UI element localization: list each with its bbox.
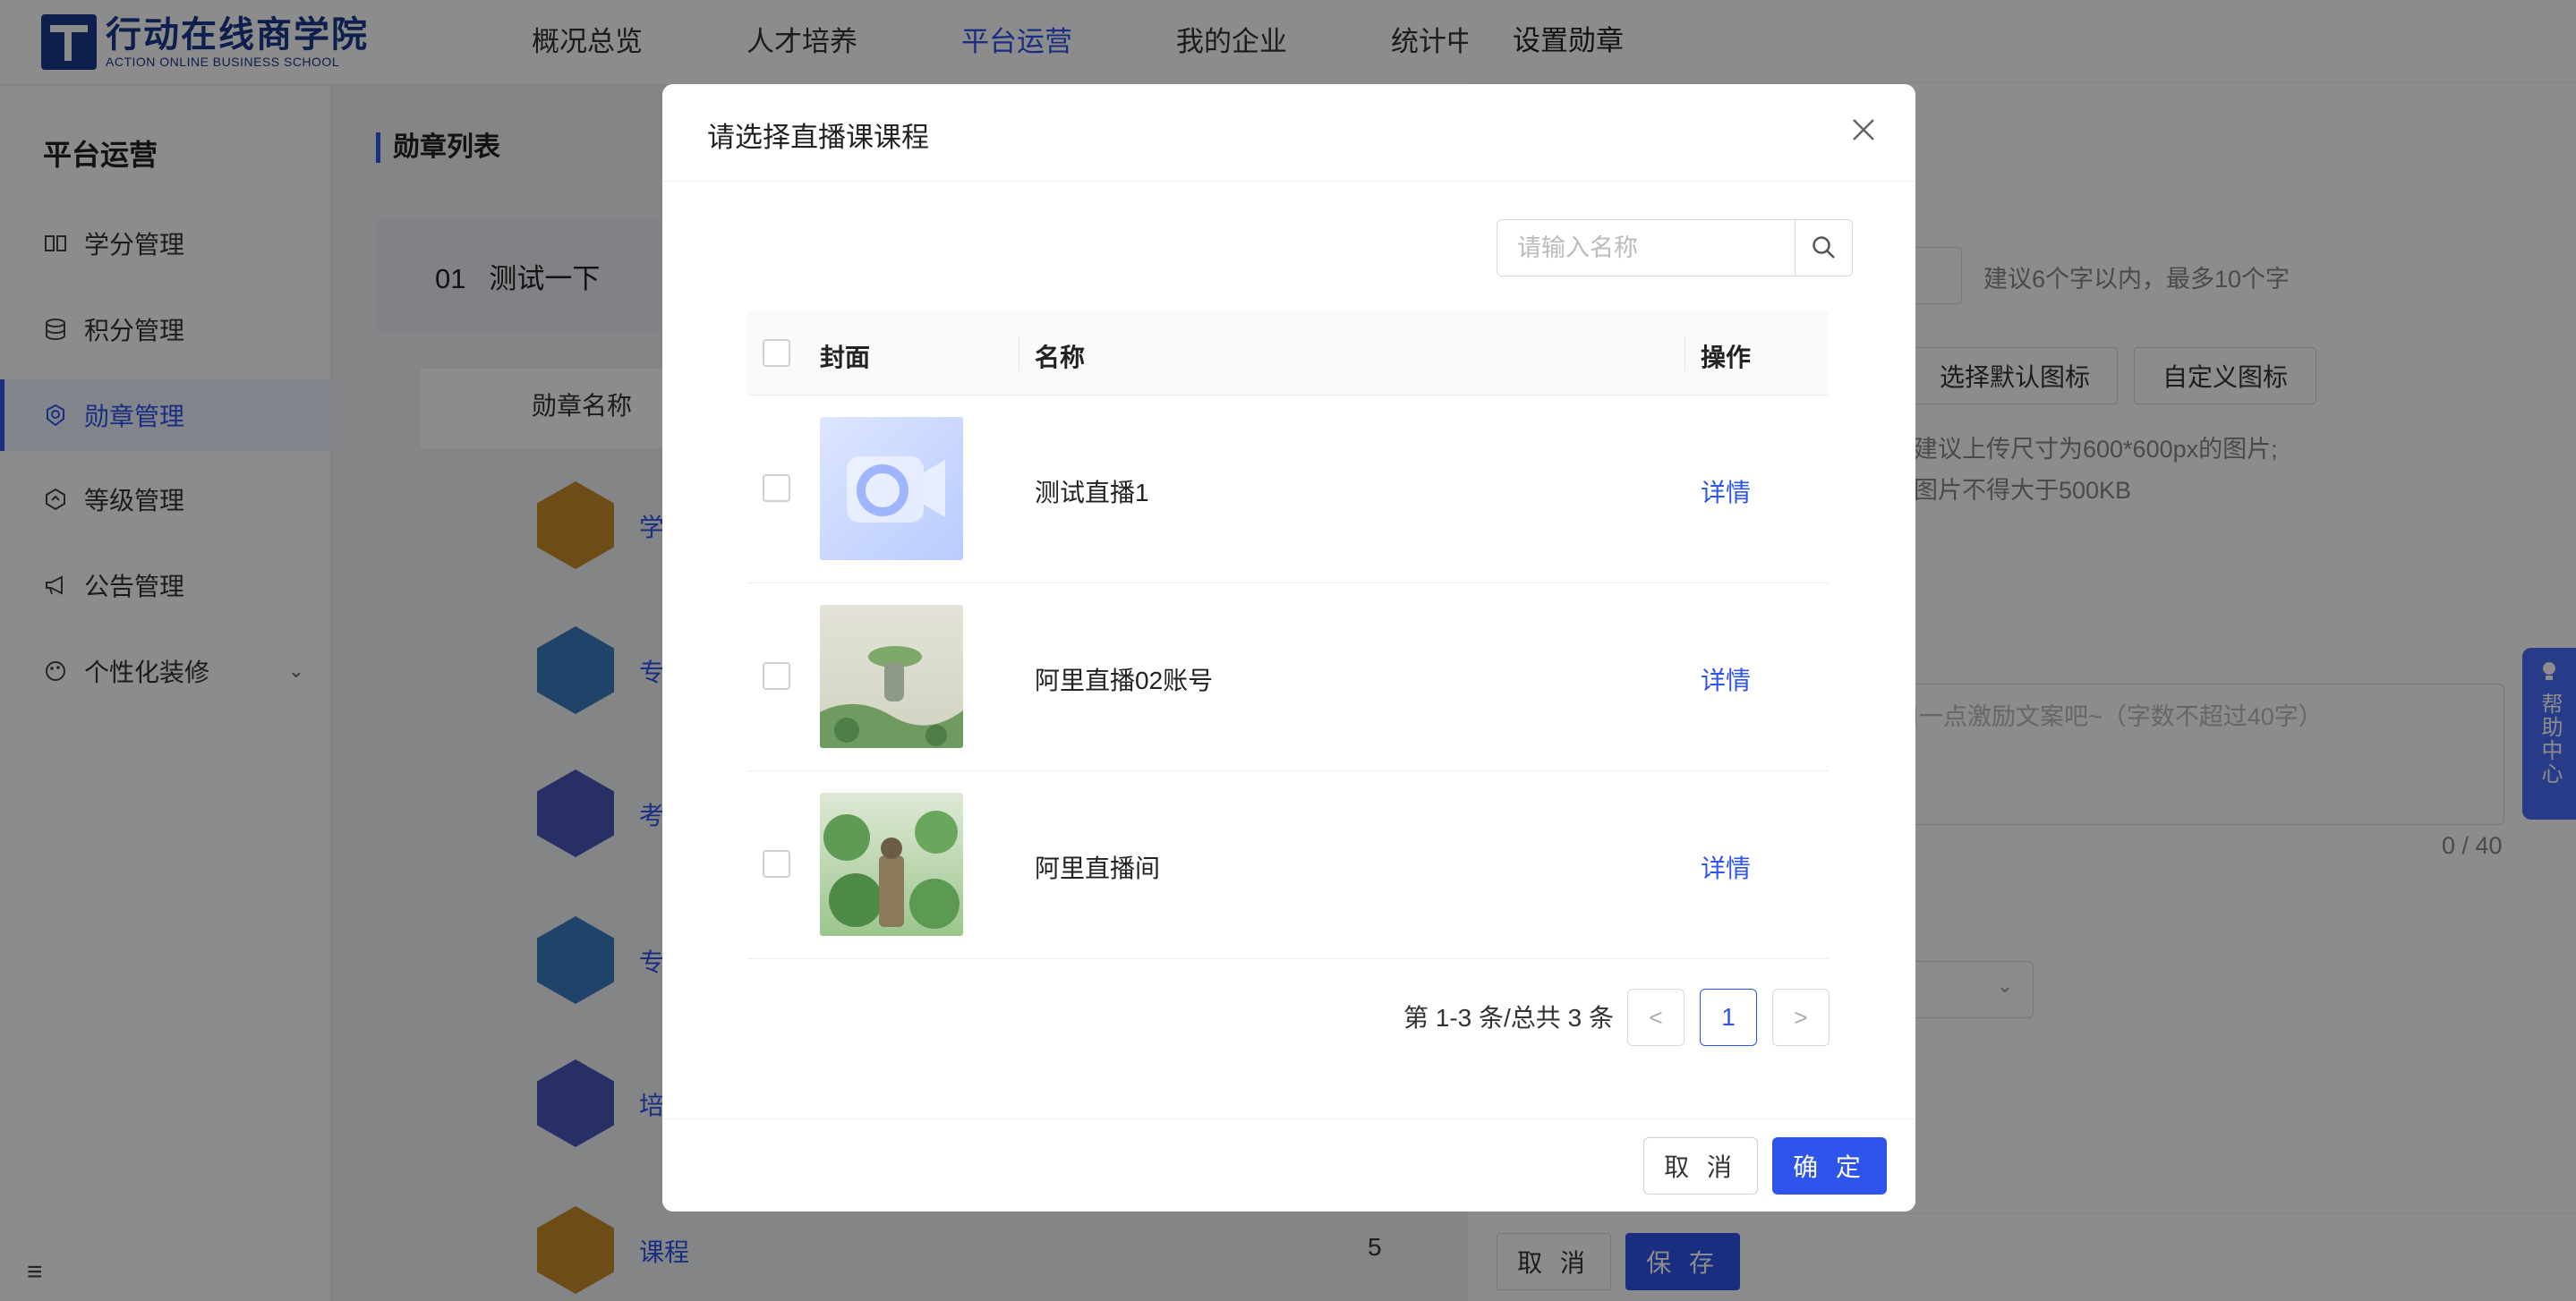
search-input[interactable] [1497, 220, 1796, 276]
blue-play-icon [847, 456, 945, 523]
column-header-cover: 封面 [820, 344, 871, 371]
page-1-button[interactable]: 1 [1700, 989, 1757, 1046]
prev-page-button[interactable]: < [1627, 989, 1685, 1046]
chevron-right-icon: > [1794, 1003, 1808, 1031]
search-box [1497, 219, 1853, 276]
cancel-button[interactable]: 取 消 [1643, 1137, 1758, 1195]
rain-illustration [820, 646, 963, 748]
row-checkbox[interactable] [763, 850, 790, 878]
details-link[interactable]: 详情 [1701, 473, 1751, 509]
column-header-name: 名称 [1035, 344, 1086, 371]
divider [662, 1118, 1915, 1119]
lotus-illustration [823, 811, 960, 929]
search-icon [1812, 236, 1835, 259]
course-cover-image [820, 793, 963, 936]
search-button[interactable] [1795, 220, 1852, 276]
modal-title: 请选择直播课课程 [707, 122, 929, 153]
close-icon[interactable] [1849, 115, 1878, 150]
row-checkbox[interactable] [763, 662, 790, 690]
divider [662, 181, 1915, 182]
confirm-button[interactable]: 确 定 [1772, 1137, 1887, 1195]
column-header-action: 操作 [1701, 344, 1752, 371]
next-page-button[interactable]: > [1772, 989, 1830, 1046]
chevron-left-icon: < [1649, 1003, 1663, 1031]
course-name: 测试直播1 [1035, 479, 1149, 506]
details-link[interactable]: 详情 [1701, 661, 1751, 697]
select-all-checkbox[interactable] [763, 339, 790, 367]
course-name: 阿里直播间 [1035, 855, 1161, 882]
details-link[interactable]: 详情 [1701, 849, 1751, 885]
course-cover-image [820, 417, 963, 560]
table-header [747, 311, 1829, 395]
course-name: 阿里直播02账号 [1035, 667, 1214, 694]
pagination-summary: 第 1-3 条/总共 3 条 [1403, 1004, 1614, 1032]
course-cover-image [820, 605, 963, 748]
row-checkbox[interactable] [763, 474, 790, 502]
